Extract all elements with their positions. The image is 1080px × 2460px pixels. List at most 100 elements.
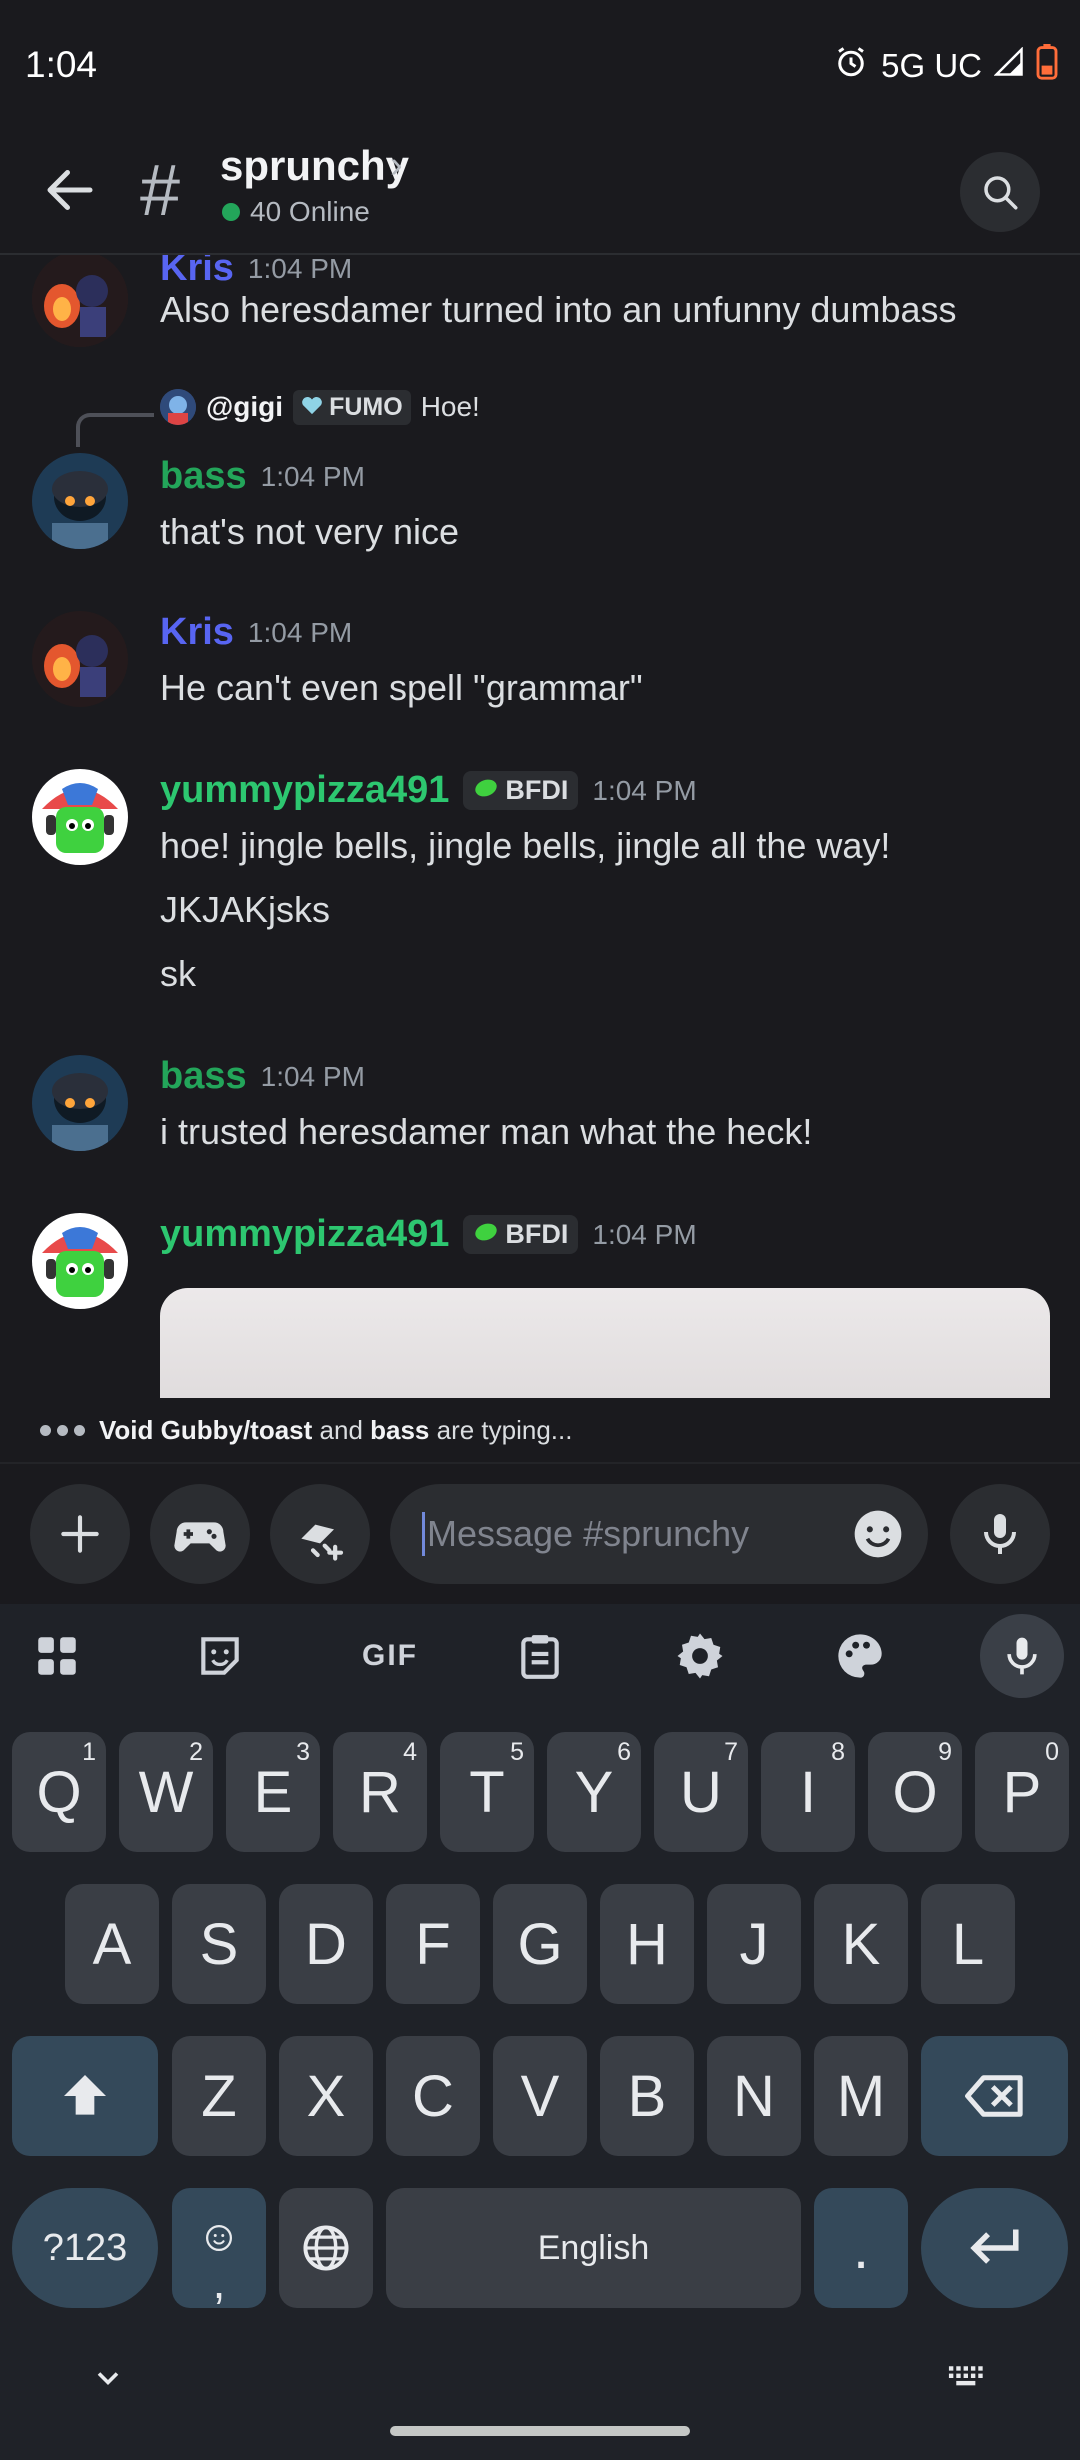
keyboard-settings-button[interactable] bbox=[665, 1626, 735, 1686]
username[interactable]: yummypizza491 bbox=[160, 769, 449, 812]
key-t[interactable]: T5 bbox=[440, 1732, 534, 1852]
key-n[interactable]: N bbox=[707, 2036, 801, 2156]
username[interactable]: Kris bbox=[160, 255, 234, 290]
typing-user-1: Void Gubby/toast bbox=[99, 1414, 313, 1445]
username[interactable]: bass bbox=[160, 455, 247, 498]
reply-text: Hoe! bbox=[420, 391, 480, 422]
add-attachment-button[interactable] bbox=[30, 1484, 130, 1584]
timestamp: 1:04 PM bbox=[260, 1060, 365, 1092]
key-q[interactable]: Q1 bbox=[12, 1732, 106, 1852]
apps-grid-button[interactable] bbox=[22, 1626, 92, 1686]
avatar[interactable] bbox=[32, 453, 128, 549]
status-time: 1:04 bbox=[25, 44, 98, 85]
avatar[interactable] bbox=[32, 769, 128, 865]
shift-key[interactable] bbox=[12, 2036, 158, 2156]
key-hint: 4 bbox=[403, 1738, 417, 1766]
avatar[interactable] bbox=[32, 1213, 128, 1309]
hide-keyboard-chevron-icon[interactable] bbox=[90, 2360, 126, 2401]
key-g[interactable]: G bbox=[493, 1884, 587, 2004]
status-bar: 1:04 5G UC bbox=[0, 0, 1080, 130]
alarm-icon bbox=[833, 44, 869, 88]
key-x[interactable]: X bbox=[279, 2036, 373, 2156]
key-c[interactable]: C bbox=[386, 2036, 480, 2156]
keyboard-switch-icon[interactable] bbox=[946, 2360, 990, 2401]
gif-button[interactable]: GIF bbox=[345, 1626, 435, 1686]
key-b[interactable]: B bbox=[600, 2036, 694, 2156]
leaf-icon bbox=[473, 1219, 499, 1250]
key-label: Y bbox=[574, 1759, 614, 1825]
enter-key[interactable] bbox=[921, 2188, 1068, 2308]
channel-name[interactable]: sprunchy bbox=[220, 142, 409, 190]
reply-avatar bbox=[160, 389, 196, 425]
key-z[interactable]: Z bbox=[172, 2036, 266, 2156]
symbols-key[interactable]: ?123 bbox=[12, 2188, 158, 2308]
key-y[interactable]: Y6 bbox=[547, 1732, 641, 1852]
message-list[interactable]: Kris 1:04 PM Also heresdamer turned into… bbox=[0, 255, 1080, 1398]
username[interactable]: bass bbox=[160, 1055, 247, 1098]
key-w[interactable]: W2 bbox=[119, 1732, 213, 1852]
emoji-button[interactable] bbox=[850, 1506, 906, 1562]
reply-username[interactable]: @gigi bbox=[206, 391, 283, 423]
sticker-button[interactable] bbox=[185, 1626, 255, 1686]
language-key[interactable] bbox=[279, 2188, 373, 2308]
search-button[interactable] bbox=[960, 152, 1040, 232]
typing-and: and bbox=[312, 1414, 371, 1445]
key-v[interactable]: V bbox=[493, 2036, 587, 2156]
key-hint: 1 bbox=[82, 1738, 96, 1766]
comma-label: , bbox=[212, 2255, 226, 2308]
avatar[interactable] bbox=[32, 1055, 128, 1151]
key-k[interactable]: K bbox=[814, 1884, 908, 2004]
role-tag-label: BFDI bbox=[505, 775, 569, 805]
key-label: T bbox=[469, 1759, 505, 1825]
voice-message-button[interactable] bbox=[950, 1484, 1050, 1584]
key-i[interactable]: I8 bbox=[761, 1732, 855, 1852]
activities-button[interactable] bbox=[150, 1484, 250, 1584]
key-hint: 9 bbox=[938, 1738, 952, 1766]
key-p[interactable]: P0 bbox=[975, 1732, 1069, 1852]
apps-button[interactable] bbox=[270, 1484, 370, 1584]
backspace-key[interactable] bbox=[921, 2036, 1068, 2156]
period-key[interactable]: . bbox=[814, 2188, 908, 2308]
image-attachment[interactable] bbox=[160, 1288, 1050, 1398]
leaf-icon bbox=[473, 775, 499, 806]
key-u[interactable]: U7 bbox=[654, 1732, 748, 1852]
key-l[interactable]: L bbox=[921, 1884, 1015, 2004]
key-d[interactable]: D bbox=[279, 1884, 373, 2004]
username[interactable]: Kris bbox=[160, 611, 234, 654]
key-j[interactable]: J bbox=[707, 1884, 801, 2004]
voice-typing-button[interactable] bbox=[980, 1614, 1064, 1698]
reply-reference[interactable]: @gigi FUMO Hoe! bbox=[160, 389, 480, 425]
key-a[interactable]: A bbox=[65, 1884, 159, 2004]
timestamp: 1:04 PM bbox=[247, 255, 353, 284]
key-hint: 3 bbox=[296, 1738, 310, 1766]
key-m[interactable]: M bbox=[814, 2036, 908, 2156]
key-label: P bbox=[1002, 1759, 1042, 1825]
space-key[interactable]: English bbox=[386, 2188, 801, 2308]
avatar[interactable] bbox=[32, 255, 128, 347]
key-s[interactable]: S bbox=[172, 1884, 266, 2004]
key-r[interactable]: R4 bbox=[333, 1732, 427, 1852]
chevron-right-icon[interactable]: › bbox=[390, 144, 403, 187]
role-tag: BFDI bbox=[463, 771, 579, 810]
theme-button[interactable] bbox=[825, 1626, 895, 1686]
username[interactable]: yummypizza491 bbox=[160, 1213, 449, 1256]
clipboard-button[interactable] bbox=[505, 1626, 575, 1686]
typing-suffix: are typing... bbox=[429, 1414, 573, 1445]
key-e[interactable]: E3 bbox=[226, 1732, 320, 1852]
timestamp: 1:04 PM bbox=[247, 616, 353, 648]
avatar[interactable] bbox=[32, 611, 128, 707]
comma-emoji-key[interactable]: , bbox=[172, 2188, 266, 2308]
message-input[interactable]: Message #sprunchy bbox=[390, 1484, 928, 1584]
heart-icon bbox=[301, 393, 323, 422]
palette-icon bbox=[838, 1634, 882, 1678]
back-button[interactable] bbox=[40, 160, 100, 220]
message-text: Also heresdamer turned into an unfunny d… bbox=[160, 289, 957, 330]
key-h[interactable]: H bbox=[600, 1884, 694, 2004]
key-f[interactable]: F bbox=[386, 1884, 480, 2004]
key-o[interactable]: O9 bbox=[868, 1732, 962, 1852]
key-label: Q bbox=[36, 1759, 82, 1825]
timestamp: 1:04 PM bbox=[260, 460, 365, 492]
message-header: bass 1:04 PM bbox=[160, 455, 365, 498]
timestamp: 1:04 PM bbox=[592, 1218, 697, 1250]
home-gesture-bar[interactable] bbox=[390, 2426, 690, 2436]
